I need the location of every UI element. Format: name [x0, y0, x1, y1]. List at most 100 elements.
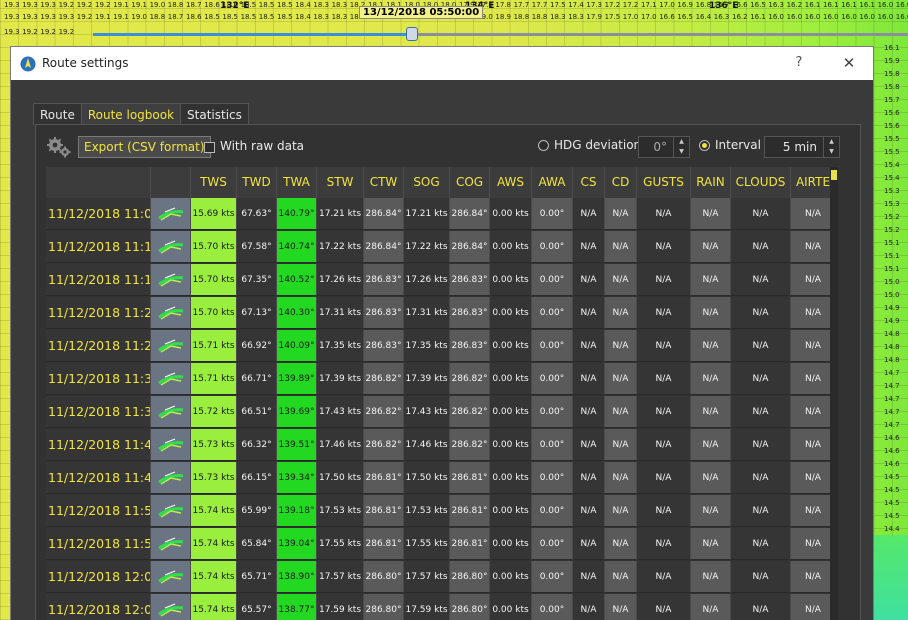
- map-wind-value: 14.7: [884, 369, 900, 377]
- map-wind-value: 16.0: [859, 13, 875, 21]
- table-row[interactable]: 11/12/2018 11:15 15.70 kts 67.35° 140.52° 17…: [46, 264, 836, 297]
- interval-radio[interactable]: [699, 140, 710, 151]
- column-header-cs[interactable]: CS: [573, 167, 605, 198]
- interval-spin-arrows[interactable]: ▲ ▼: [823, 137, 839, 157]
- cell-twd: 66.92°: [237, 330, 277, 362]
- cell-cs: N/A: [573, 198, 605, 230]
- cell-sog: 17.46 kts: [404, 429, 450, 461]
- dialog-titlebar[interactable]: Route settings ? ✕: [11, 47, 873, 80]
- close-button[interactable]: ✕: [837, 53, 861, 73]
- map-wind-value: 18.3: [313, 1, 329, 9]
- cell-date: 11/12/2018 11:55: [46, 528, 151, 560]
- cell-twa: 139.34°: [277, 462, 317, 494]
- cell-sog: 17.26 kts: [404, 264, 450, 296]
- map-wind-value: 18.6: [204, 1, 220, 9]
- map-wind-value: 19.2: [76, 13, 93, 21]
- cell-date: 11/12/2018 11:05: [46, 198, 151, 230]
- cell-awa: 0.00°: [532, 363, 573, 395]
- dialog-title: Route settings: [42, 56, 129, 70]
- column-header-cd[interactable]: CD: [605, 167, 637, 198]
- cell-stw: 17.57 kts: [317, 561, 364, 593]
- hdg-spin-arrows[interactable]: ▲ ▼: [673, 137, 689, 157]
- cell-aws: 0.00 kts: [490, 462, 532, 494]
- table-row[interactable]: 11/12/2018 11:55 15.74 kts 65.84° 139.04° 17…: [46, 528, 836, 561]
- cell-ctw: 286.83°: [364, 330, 404, 362]
- cell-cd: N/A: [605, 198, 637, 230]
- tab-statistics[interactable]: Statistics: [180, 103, 249, 125]
- cell-cs: N/A: [573, 264, 605, 296]
- column-header-icon[interactable]: [151, 167, 191, 198]
- map-wind-value: 18.5: [277, 1, 293, 9]
- table-scrollbar-handle[interactable]: [831, 170, 837, 180]
- cell-twa: 140.09°: [277, 330, 317, 362]
- map-wind-value: 18.9: [495, 13, 511, 21]
- map-wind-value: 16.0: [895, 1, 908, 9]
- table-row[interactable]: 11/12/2018 11:50 15.74 kts 65.99° 139.18° 17…: [46, 495, 836, 528]
- spin-up-icon[interactable]: ▲: [674, 137, 689, 147]
- table-row[interactable]: 11/12/2018 11:20 15.70 kts 67.13° 140.30° 17…: [46, 297, 836, 330]
- cell-tws: 15.72 kts: [191, 396, 237, 428]
- hdg-deviation-spinbox[interactable]: 0° ▲ ▼: [638, 136, 690, 158]
- hdg-deviation-radio[interactable]: [538, 140, 549, 151]
- column-header-rain[interactable]: RAIN: [691, 167, 731, 198]
- table-row[interactable]: 11/12/2018 11:40 15.73 kts 66.32° 139.51° 17…: [46, 429, 836, 462]
- cell-boat-icon: [151, 297, 191, 329]
- table-row[interactable]: 11/12/2018 11:30 15.71 kts 66.71° 139.89° 17…: [46, 363, 836, 396]
- map-wind-value: 19.0: [149, 1, 166, 9]
- table-row[interactable]: 11/12/2018 11:45 15.73 kts 66.15° 139.34° 17…: [46, 462, 836, 495]
- column-header-ctw[interactable]: CTW: [364, 167, 404, 198]
- column-header-tws[interactable]: TWS: [191, 167, 237, 198]
- column-header-stw[interactable]: STW: [317, 167, 364, 198]
- cell-date: 11/12/2018 11:15: [46, 264, 151, 296]
- table-scrollbar[interactable]: [830, 167, 838, 620]
- cell-boat-icon: [151, 264, 191, 296]
- table-row[interactable]: 11/12/2018 11:10 15.70 kts 67.58° 140.74° 17…: [46, 231, 836, 264]
- cell-clouds: N/A: [731, 462, 791, 494]
- cell-stw: 17.35 kts: [317, 330, 364, 362]
- raw-data-checkbox[interactable]: [204, 142, 215, 153]
- cell-twa: 140.52°: [277, 264, 317, 296]
- export-csv-button[interactable]: Export (CSV format): [78, 136, 211, 158]
- map-wind-value: 15.1: [884, 239, 900, 247]
- column-header-sog[interactable]: SOG: [404, 167, 450, 198]
- gear-icon[interactable]: [46, 136, 72, 158]
- logbook-table[interactable]: TWS TWD TWA STW CTW SOG COG AWS AWA CS CD GUSTS RAIN…: [46, 167, 836, 620]
- time-slider-handle[interactable]: [406, 27, 418, 41]
- cell-twa: 138.90°: [277, 561, 317, 593]
- column-header-date[interactable]: [46, 167, 151, 198]
- spin-up-icon[interactable]: ▲: [824, 137, 839, 147]
- spin-down-icon[interactable]: ▼: [824, 147, 839, 157]
- spin-down-icon[interactable]: ▼: [674, 147, 689, 157]
- cell-boat-icon: [151, 528, 191, 560]
- interval-spinbox[interactable]: 5 min ▲ ▼: [764, 136, 840, 158]
- cell-cs: N/A: [573, 396, 605, 428]
- cell-aws: 0.00 kts: [490, 330, 532, 362]
- map-wind-value: 17.4: [568, 1, 584, 9]
- cell-cd: N/A: [605, 528, 637, 560]
- cell-cog: 286.80°: [450, 561, 490, 593]
- cell-sog: 17.43 kts: [404, 396, 450, 428]
- column-header-awa[interactable]: AWA: [532, 167, 573, 198]
- table-row[interactable]: 11/12/2018 11:25 15.71 kts 66.92° 140.09° 17…: [46, 330, 836, 363]
- tab-route-logbook[interactable]: Route logbook: [80, 103, 182, 125]
- table-row[interactable]: 11/12/2018 12:00 15.74 kts 65.71° 138.90° 17…: [46, 561, 836, 594]
- map-wind-value: 18.8: [167, 1, 184, 9]
- cell-aws: 0.00 kts: [490, 495, 532, 527]
- column-header-gusts[interactable]: GUSTS: [637, 167, 691, 198]
- column-header-aws[interactable]: AWS: [490, 167, 532, 198]
- help-button[interactable]: ?: [787, 53, 811, 73]
- column-header-twa[interactable]: TWA: [277, 167, 317, 198]
- column-header-cog[interactable]: COG: [450, 167, 490, 198]
- cell-twd: 66.15°: [237, 462, 277, 494]
- tab-route[interactable]: Route: [33, 103, 82, 125]
- table-row[interactable]: 11/12/2018 11:05 15.69 kts 67.63° 140.79° 17…: [46, 198, 836, 231]
- map-wind-value: 16.6: [659, 13, 675, 21]
- table-row[interactable]: 11/12/2018 12:05 15.74 kts 65.57° 138.77° 17…: [46, 594, 836, 620]
- cell-tws: 15.71 kts: [191, 363, 237, 395]
- cell-clouds: N/A: [731, 330, 791, 362]
- table-row[interactable]: 11/12/2018 11:35 15.72 kts 66.51° 139.69° 17…: [46, 396, 836, 429]
- map-wind-value: 17.2: [622, 1, 639, 9]
- column-header-twd[interactable]: TWD: [237, 167, 277, 198]
- cell-ctw: 286.82°: [364, 363, 404, 395]
- column-header-clouds[interactable]: CLOUDS: [731, 167, 791, 198]
